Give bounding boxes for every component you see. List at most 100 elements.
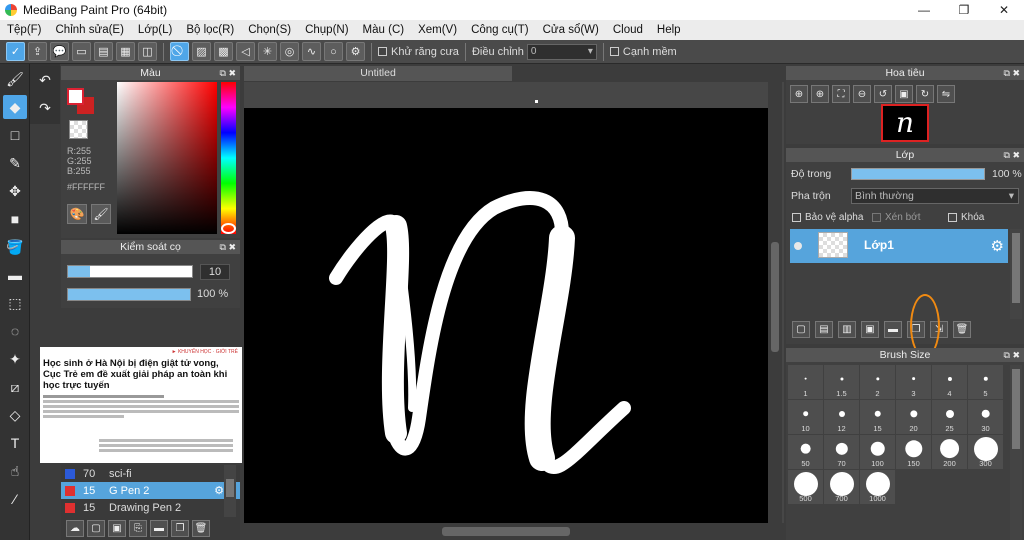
scrollbar-thumb[interactable] [771,242,779,352]
scrollbar-thumb[interactable] [1012,369,1020,449]
rotate-left-icon[interactable]: ↺ [874,85,892,103]
curve-snap-icon[interactable]: ∿ [302,42,321,61]
share-icon[interactable]: ⇪ [28,42,47,61]
copy-brush-icon[interactable]: ⎘ [129,520,147,537]
minimize-button[interactable]: — [904,0,944,20]
radial-snap-icon[interactable]: ✳ [258,42,277,61]
brush-item-selected[interactable]: 15 G Pen 2 ⚙ [61,482,240,499]
new-8bit-layer-icon[interactable]: ▥ [838,321,856,338]
panel-float-close-icon[interactable]: ⧉ ✖ [220,66,236,80]
eyedropper-tool-icon[interactable]: ⁄ [3,487,27,511]
menu-snap[interactable]: Chụp(N) [298,24,355,36]
perspective-snap-icon[interactable]: ◁ [236,42,255,61]
soft-edge-checkbox[interactable] [609,47,619,56]
brush-size-cell[interactable]: 20 [896,400,931,434]
delete-brush-icon[interactable]: 🗑 [192,520,210,537]
panel-float-close-icon[interactable]: ⧉ ✖ [1004,148,1020,162]
brush-tool-icon[interactable]: 🖌 [3,67,27,91]
foreground-color-swatch[interactable] [67,88,84,105]
brush-size-cell[interactable]: 70 [824,435,859,469]
document-tab[interactable]: Untitled [244,66,512,81]
brush-size-cell[interactable]: 50 [788,435,823,469]
navigator-thumbnail[interactable]: n [881,104,929,142]
frame-icon[interactable]: ◫ [138,42,157,61]
brush-size-cell[interactable]: 10 [788,400,823,434]
menu-select[interactable]: Chọn(S) [241,24,298,36]
menu-cloud[interactable]: Cloud [606,24,650,36]
panel-icon[interactable]: ▦ [116,42,135,61]
duplicate-brush-icon[interactable]: ❐ [171,520,189,537]
magic-wand-tool-icon[interactable]: ✦ [3,347,27,371]
brush-size-cell[interactable]: 300 [968,435,1003,469]
move-tool-icon[interactable]: ✥ [3,179,27,203]
zoom-actual-icon[interactable]: ⊕ [790,85,808,103]
layer-opacity-slider[interactable] [851,168,985,180]
menu-edit[interactable]: Chỉnh sửa(E) [49,24,131,36]
redo-icon[interactable]: ↷ [33,96,57,120]
brush-item[interactable]: 15 Drawing Pen 2 [61,499,240,516]
gradient-tool-icon[interactable]: ▬ [3,263,27,287]
gear-icon[interactable]: ⚙ [214,484,224,497]
brush-size-cell[interactable]: 2 [860,365,895,399]
lasso-tool-icon[interactable]: ◌ [3,319,27,343]
antialias-option[interactable]: Khử răng cưa [378,46,459,58]
lock-option[interactable]: Khóa [948,212,984,223]
comment-icon[interactable]: 💬 [50,42,69,61]
zoom-in-icon[interactable]: ⊕ [811,85,829,103]
snap-settings-icon[interactable]: ⚙ [346,42,365,61]
concentric-snap-icon[interactable]: ◎ [280,42,299,61]
zoom-out-icon[interactable]: ⊖ [853,85,871,103]
layer-item[interactable]: Lớp1 ⚙ [790,229,1008,263]
brush-list-scrollbar[interactable] [224,465,236,517]
menu-layer[interactable]: Lớp(L) [131,24,179,36]
brush-size-slider[interactable] [67,265,193,278]
layer-folder-icon[interactable]: ▬ [884,321,902,338]
brush-size-cell[interactable]: 25 [932,400,967,434]
cloud-brush-icon[interactable]: ☁ [66,520,84,537]
blend-mode-dropdown[interactable]: Bình thường ▾ [851,188,1019,204]
gear-icon[interactable]: ⚙ [991,237,1004,255]
menu-color[interactable]: Màu (C) [356,24,412,36]
undo-icon[interactable]: ↶ [33,68,57,92]
menu-view[interactable]: Xem(V) [411,24,464,36]
operation-tool-icon[interactable]: ☝ [3,459,27,483]
select-tool-icon[interactable]: ⬚ [3,291,27,315]
brush-size-cell[interactable]: 1000 [860,470,895,504]
zoom-fit-icon[interactable]: ⛶ [832,85,850,103]
protect-alpha-option[interactable]: Bảo vệ alpha [792,212,863,223]
brush-size-cell[interactable]: 15 [860,400,895,434]
brush-size-cell[interactable]: 5 [968,365,1003,399]
brush-size-cell[interactable]: 1 [788,365,823,399]
antialias-checkbox[interactable] [378,47,387,56]
brush-folder-icon[interactable]: ▬ [150,520,168,537]
panel-float-close-icon[interactable]: ⧉ ✖ [1004,66,1020,80]
page-icon[interactable]: ▤ [94,42,113,61]
flip-horizontal-icon[interactable]: ⇋ [937,85,955,103]
hue-slider-handle[interactable] [221,223,236,234]
save-cloud-icon[interactable]: ✓ [6,42,25,61]
add-layer-menu-icon[interactable]: ▣ [861,321,879,338]
menu-filter[interactable]: Bộ lọc(R) [179,24,241,36]
hue-slider[interactable] [221,82,236,234]
brush-size-cell[interactable]: 150 [896,435,931,469]
menu-window[interactable]: Cửa sổ(W) [536,24,606,36]
layer-list-scrollbar[interactable] [1010,229,1022,319]
rectangle-tool-icon[interactable]: □ [3,123,27,147]
maximize-button[interactable]: ❐ [944,0,984,20]
scrollbar-thumb[interactable] [226,479,234,497]
canvas-area[interactable] [244,82,784,523]
circle-snap-icon[interactable]: ○ [324,42,343,61]
panel-float-close-icon[interactable]: ⧉ ✖ [1004,348,1020,362]
brush-size-cell[interactable]: 700 [824,470,859,504]
canvas-horizontal-scrollbar[interactable] [244,523,768,540]
select-pen-tool-icon[interactable]: ⧄ [3,375,27,399]
close-button[interactable]: ✕ [984,0,1024,20]
lock-checkbox[interactable] [948,213,957,222]
menu-tools[interactable]: Công cụ(T) [464,24,536,36]
snap-off-icon[interactable]: ⃠ [170,42,189,61]
panel-float-close-icon[interactable]: ⧉ ✖ [220,240,236,254]
brush-item[interactable]: 70 sci-fi [61,465,240,482]
brush-opacity-slider[interactable] [67,288,191,301]
brush-size-input[interactable]: 10 [200,264,230,280]
rotate-right-icon[interactable]: ↻ [916,85,934,103]
